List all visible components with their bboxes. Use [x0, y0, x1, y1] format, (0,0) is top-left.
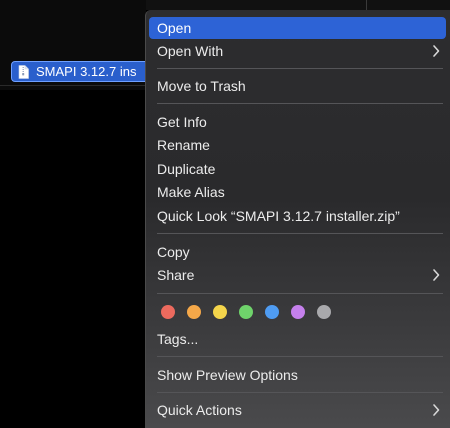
menu-item-label: Duplicate — [157, 161, 216, 177]
menu-separator — [157, 293, 443, 294]
menu-item-label: Quick Actions — [157, 402, 242, 418]
menu-item-label: Open — [157, 20, 192, 36]
menu-item-rename[interactable]: Rename — [149, 134, 446, 156]
menu-item-label: Copy — [157, 244, 190, 260]
menu-item-share[interactable]: Share — [149, 264, 446, 286]
menu-separator — [157, 356, 443, 357]
tag-dot-blue[interactable] — [265, 305, 279, 319]
document-icon — [18, 64, 29, 79]
menu-item-move-to-trash[interactable]: Move to Trash — [149, 75, 446, 97]
menu-item-open-with[interactable]: Open With — [149, 40, 446, 62]
menu-item-quick-actions[interactable]: Quick Actions — [149, 399, 446, 421]
menu-item-label: Open With — [157, 43, 224, 59]
tag-dot-red[interactable] — [161, 305, 175, 319]
menu-item-label: Move to Trash — [157, 78, 246, 94]
chevron-right-icon — [433, 269, 440, 281]
menu-separator — [157, 233, 443, 234]
file-name-label: SMAPI 3.12.7 ins — [36, 64, 137, 79]
chevron-right-icon — [433, 404, 440, 416]
menu-separator — [157, 392, 443, 393]
menu-item-label: Quick Look “SMAPI 3.12.7 installer.zip” — [157, 208, 400, 224]
menu-separator — [157, 68, 443, 69]
menu-item-tags[interactable]: Tags... — [149, 328, 446, 350]
selected-file-item[interactable]: SMAPI 3.12.7 ins — [11, 61, 161, 82]
tag-dot-gray[interactable] — [317, 305, 331, 319]
tag-color-row — [161, 305, 343, 319]
menu-separator — [157, 103, 443, 104]
menu-item-quick-look[interactable]: Quick Look “SMAPI 3.12.7 installer.zip” — [149, 205, 446, 227]
finder-window: SMAPI 3.12.7 ins Open Open With Move to … — [0, 0, 450, 428]
menu-item-duplicate[interactable]: Duplicate — [149, 158, 446, 180]
menu-item-label: Make Alias — [157, 184, 225, 200]
menu-item-open[interactable]: Open — [149, 17, 446, 39]
tag-dot-orange[interactable] — [187, 305, 201, 319]
tag-dot-green[interactable] — [239, 305, 253, 319]
menu-item-copy[interactable]: Copy — [149, 241, 446, 263]
context-menu: Open Open With Move to Trash Get Info Re… — [145, 10, 450, 428]
menu-item-get-info[interactable]: Get Info — [149, 111, 446, 133]
finder-toolbar-edge — [146, 0, 450, 10]
menu-item-show-preview-options[interactable]: Show Preview Options — [149, 364, 446, 386]
menu-item-label: Rename — [157, 137, 210, 153]
finder-row-divider — [0, 85, 146, 86]
tag-dot-purple[interactable] — [291, 305, 305, 319]
tag-dot-yellow[interactable] — [213, 305, 227, 319]
menu-item-label: Show Preview Options — [157, 367, 298, 383]
menu-item-label: Tags... — [157, 331, 199, 347]
chevron-right-icon — [433, 45, 440, 57]
menu-item-label: Share — [157, 267, 195, 283]
menu-item-make-alias[interactable]: Make Alias — [149, 181, 446, 203]
menu-item-label: Get Info — [157, 114, 207, 130]
toolbar-divider — [366, 0, 367, 10]
